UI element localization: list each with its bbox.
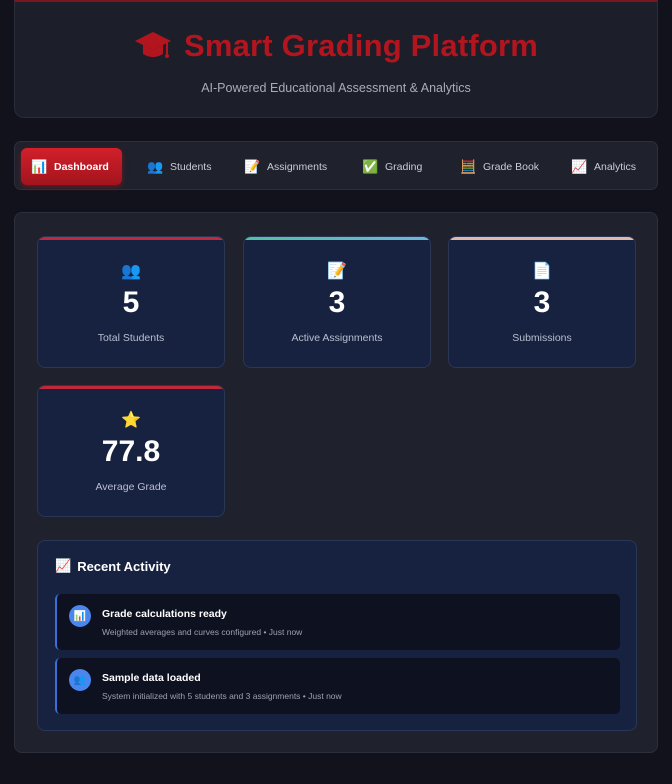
memo-icon: 📝 <box>327 263 347 280</box>
stat-label: Active Assignments <box>291 332 383 344</box>
card-accent <box>38 237 224 240</box>
activity-title: Sample data loaded <box>102 672 201 684</box>
card-accent <box>38 386 224 389</box>
check-mark-icon: ✅ <box>362 158 379 174</box>
memo-icon: 📝 <box>244 158 261 174</box>
dashboard-panel: 👥 5 Total Students 📝 3 Active Assignment… <box>14 212 658 753</box>
stat-card-submissions: 📄 3 Submissions <box>448 236 636 368</box>
tab-dashboard[interactable]: 📊 Dashboard <box>21 148 122 185</box>
tab-label: Dashboard <box>54 160 109 173</box>
title-row: Smart Grading Platform <box>15 28 657 64</box>
card-accent <box>244 237 430 240</box>
people-icon: 👥 <box>147 158 164 174</box>
page-title: Smart Grading Platform <box>183 28 539 63</box>
stat-card-active-assignments: 📝 3 Active Assignments <box>243 236 431 368</box>
recent-activity-heading: 📈 Recent Activity <box>55 558 171 574</box>
activity-meta: Weighted averages and curves configured … <box>102 627 303 637</box>
tab-label: Students <box>170 160 212 173</box>
tab-analytics[interactable]: 📈 Analytics <box>561 148 646 185</box>
app-header: Smart Grading Platform AI-Powered Educat… <box>14 0 658 118</box>
tab-label: Assignments <box>267 160 328 173</box>
main-nav: 📊 Dashboard 👥 Students 📝 Assignments ✅ G… <box>14 141 658 190</box>
activity-title: Grade calculations ready <box>102 608 227 620</box>
recent-activity-panel: 📈 Recent Activity 📊 Grade calculations r… <box>37 540 637 731</box>
stat-value: 77.8 <box>101 435 161 468</box>
tab-label: Analytics <box>594 160 637 173</box>
bar-chart-icon: 📊 <box>69 605 91 627</box>
trend-chart-icon: 📈 <box>571 158 588 174</box>
stat-card-average-grade: ⭐ 77.8 Average Grade <box>37 385 225 517</box>
page-subtitle: AI-Powered Educational Assessment & Anal… <box>201 81 471 95</box>
bar-chart-icon: 📊 <box>31 158 48 174</box>
stat-value: 3 <box>533 286 551 319</box>
tab-label: Grading <box>385 160 423 173</box>
trend-chart-icon: 📈 <box>55 558 72 573</box>
stat-value: 3 <box>328 286 346 319</box>
stat-value: 5 <box>122 286 140 319</box>
activity-meta: System initialized with 5 students and 3… <box>102 691 342 701</box>
star-icon: ⭐ <box>121 412 141 429</box>
graduation-cap-icon <box>134 32 171 58</box>
tab-grading[interactable]: ✅ Grading <box>352 148 432 185</box>
tab-students[interactable]: 👥 Students <box>137 148 221 185</box>
tab-assignments[interactable]: 📝 Assignments <box>234 148 337 185</box>
document-icon: 📄 <box>532 263 552 280</box>
people-icon: 👥 <box>69 669 91 691</box>
stat-label: Average Grade <box>95 481 167 493</box>
stat-card-total-students: 👥 5 Total Students <box>37 236 225 368</box>
abacus-icon: 🧮 <box>460 158 477 174</box>
activity-item: 📊 Grade calculations ready Weighted aver… <box>55 594 620 650</box>
tab-grade-book[interactable]: 🧮 Grade Book <box>450 148 549 185</box>
stat-label: Submissions <box>512 332 572 344</box>
people-icon: 👥 <box>121 263 141 280</box>
stat-label: Total Students <box>97 332 165 344</box>
card-accent <box>449 237 635 240</box>
section-title: Recent Activity <box>77 558 171 574</box>
activity-item: 👥 Sample data loaded System initialized … <box>55 658 620 714</box>
tab-label: Grade Book <box>483 160 540 173</box>
